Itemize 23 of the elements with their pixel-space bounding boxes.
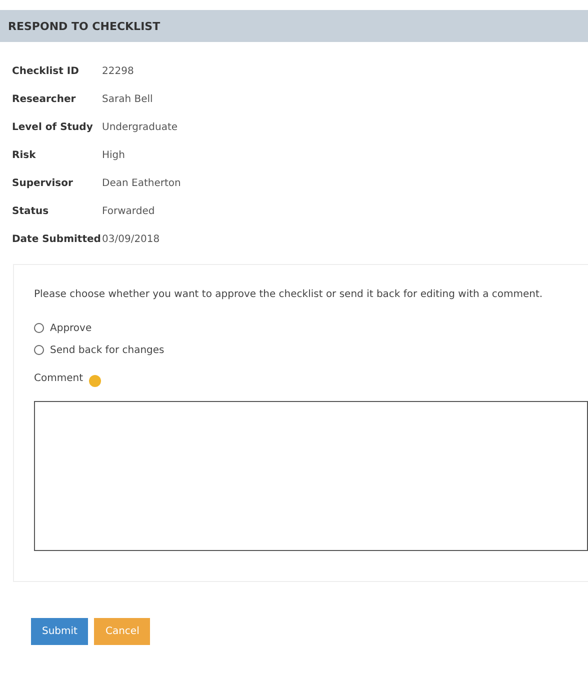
field-label: Status — [12, 206, 50, 216]
field-label: Risk — [12, 150, 37, 160]
field-value: 03/09/2018 — [102, 234, 160, 244]
field-label: Supervisor — [12, 178, 74, 188]
radio-button[interactable] — [34, 345, 44, 355]
radio-button[interactable] — [34, 323, 44, 333]
field-value: Dean Eatherton — [102, 178, 181, 188]
field-value: 22298 — [102, 66, 134, 76]
field-value: Sarah Bell — [102, 94, 153, 104]
instructions: Please choose whether you want to approve the checklist or send it back for editing with a comment. — [34, 288, 544, 302]
field-value: High — [102, 150, 125, 160]
page-title: RESPOND TO CHECKLIST — [8, 20, 160, 32]
radio-label[interactable]: Send back for changes — [50, 344, 164, 356]
field-value: Forwarded — [102, 206, 155, 216]
comment-label: Comment — [34, 372, 83, 384]
field-value: Undergraduate — [102, 122, 178, 132]
field-label: Level of Study — [12, 122, 94, 132]
field-label: Checklist ID — [12, 66, 80, 76]
field-label: Date Submitted — [12, 234, 102, 244]
submit-button[interactable]: Submit — [31, 618, 88, 645]
radio-label[interactable]: Approve — [50, 322, 92, 334]
comment-field[interactable] — [34, 401, 588, 551]
field-label: Researcher — [12, 94, 77, 104]
